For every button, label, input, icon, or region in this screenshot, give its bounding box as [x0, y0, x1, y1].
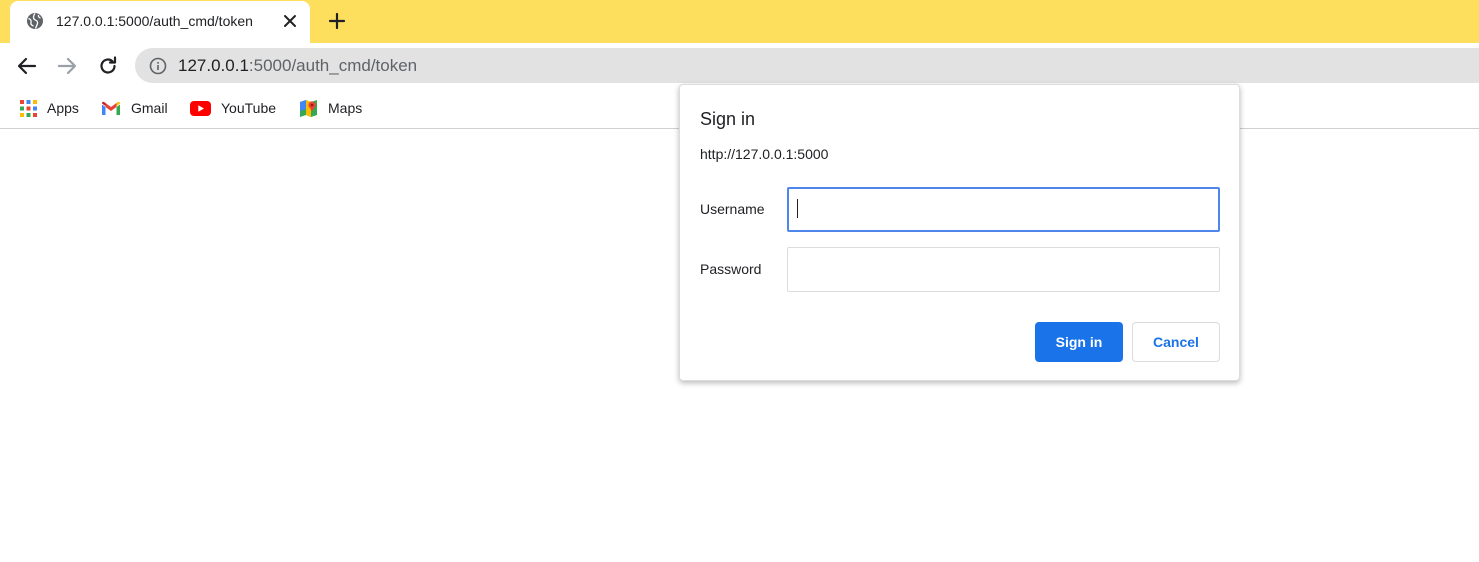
- tab-title: 127.0.0.1:5000/auth_cmd/token: [56, 13, 253, 29]
- back-button[interactable]: [15, 54, 39, 78]
- username-label: Username: [700, 201, 765, 217]
- bookmark-label: Maps: [328, 100, 363, 116]
- sign-in-button[interactable]: Sign in: [1035, 322, 1123, 362]
- dialog-title: Sign in: [700, 109, 756, 129]
- globe-icon: [26, 12, 44, 30]
- sign-in-dialog: Sign in http://127.0.0.1:5000 Username P…: [679, 84, 1240, 381]
- dialog-origin: http://127.0.0.1:5000: [700, 146, 829, 162]
- info-icon[interactable]: [149, 57, 167, 75]
- reload-icon: [100, 56, 117, 74]
- text-caret: [797, 199, 798, 218]
- browser-tab[interactable]: 127.0.0.1:5000/auth_cmd/token: [10, 1, 310, 43]
- arrow-left-icon: [17, 57, 37, 75]
- username-field[interactable]: [787, 187, 1220, 232]
- apps-grid-icon: [20, 99, 37, 117]
- password-field[interactable]: [787, 247, 1220, 292]
- browser-toolbar: 127.0.0.1:5000/auth_cmd/token: [0, 43, 1479, 89]
- bookmark-apps[interactable]: Apps: [20, 97, 79, 119]
- bookmark-gmail[interactable]: Gmail: [101, 97, 168, 119]
- close-icon[interactable]: [280, 11, 300, 31]
- bookmark-youtube[interactable]: YouTube: [190, 97, 276, 119]
- maps-icon: [300, 99, 317, 117]
- arrow-right-icon: [57, 57, 77, 75]
- youtube-icon: [190, 100, 211, 116]
- bookmark-label: YouTube: [221, 100, 277, 116]
- tab-strip: 127.0.0.1:5000/auth_cmd/token: [0, 0, 1479, 43]
- plus-icon: [328, 12, 346, 30]
- bookmark-maps[interactable]: Maps: [299, 97, 362, 119]
- gmail-icon: [102, 101, 120, 115]
- url-text[interactable]: 127.0.0.1:5000/auth_cmd/token: [178, 56, 417, 76]
- url-path: :5000/auth_cmd/token: [248, 56, 418, 75]
- url-host: 127.0.0.1: [178, 56, 249, 75]
- forward-button[interactable]: [55, 54, 79, 78]
- new-tab-button[interactable]: [327, 11, 347, 31]
- password-label: Password: [700, 261, 762, 277]
- address-bar[interactable]: 127.0.0.1:5000/auth_cmd/token: [135, 48, 1479, 83]
- bookmark-label: Apps: [47, 100, 79, 116]
- bookmark-label: Gmail: [131, 100, 168, 116]
- reload-button[interactable]: [96, 54, 120, 78]
- cancel-button[interactable]: Cancel: [1132, 322, 1220, 362]
